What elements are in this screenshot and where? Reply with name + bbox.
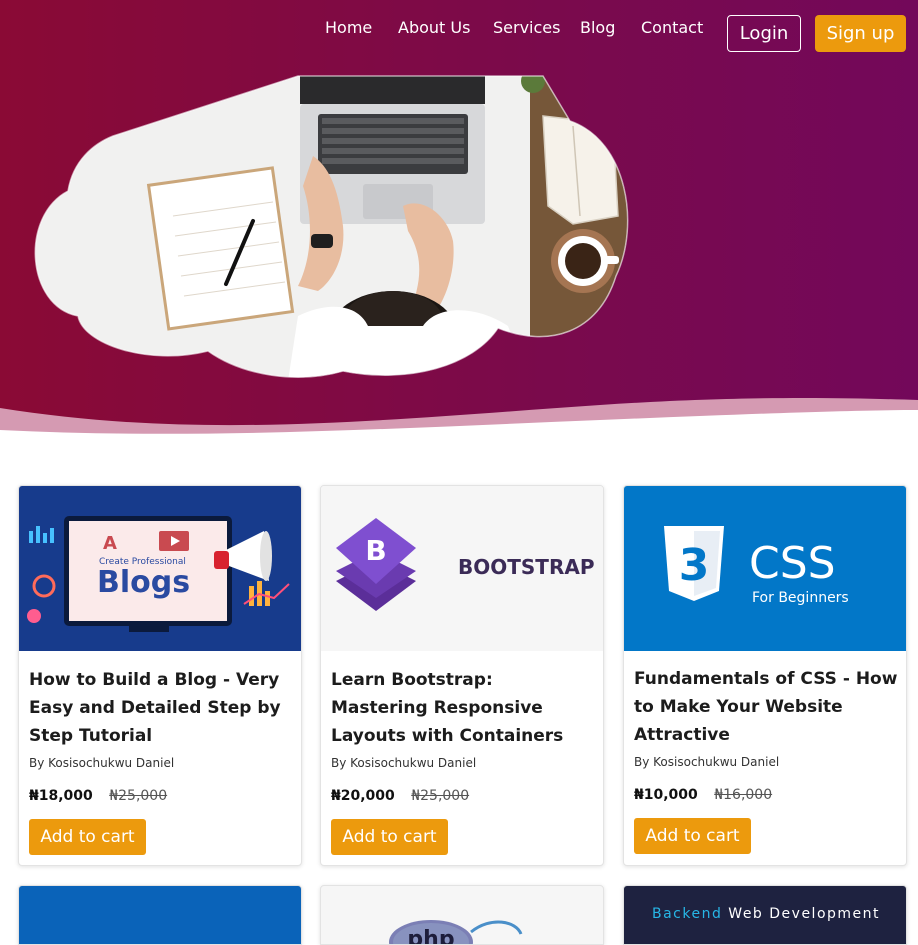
blog-image-title: Blogs	[97, 565, 190, 600]
svg-text:3: 3	[679, 540, 710, 591]
signup-button[interactable]: Sign up	[815, 15, 906, 52]
nav-blog-link[interactable]: Blog	[580, 18, 615, 37]
svg-text:B: B	[365, 534, 386, 567]
product-card-bootstrap[interactable]: B BOOTSTRAP Learn Bootstrap: Mastering R…	[320, 485, 604, 866]
product-card-partial-php[interactable]: php	[320, 885, 604, 945]
blog-image-letter: A	[103, 533, 117, 554]
add-to-cart-button[interactable]: Add to cart	[634, 818, 751, 854]
nav-about-link[interactable]: About Us	[398, 18, 470, 37]
product-card-partial-backend[interactable]: Backend Web Development	[623, 885, 907, 945]
css-course-image: 3 CSS For Beginners	[624, 486, 906, 651]
nav-services-link[interactable]: Services	[493, 18, 560, 37]
css3-shield-icon: 3	[664, 526, 724, 601]
price-row: ₦18,000 ₦25,000	[29, 788, 167, 804]
current-price: ₦18,000	[29, 788, 93, 804]
product-title[interactable]: How to Build a Blog - Very Easy and Deta…	[29, 666, 293, 750]
add-to-cart-button[interactable]: Add to cart	[331, 819, 448, 855]
add-to-cart-button[interactable]: Add to cart	[29, 819, 146, 855]
old-price: ₦25,000	[411, 788, 470, 804]
blog-course-image: A Create Professional Blogs	[19, 486, 301, 651]
book-icon	[542, 115, 619, 225]
php-logo-icon: php	[389, 920, 523, 945]
svg-text:php: php	[407, 927, 454, 945]
old-price: ₦16,000	[714, 787, 773, 803]
product-card-partial-1[interactable]	[18, 885, 302, 945]
product-card-blog[interactable]: A Create Professional Blogs How to Build…	[18, 485, 302, 866]
hero-wave	[0, 397, 918, 435]
current-price: ₦10,000	[634, 787, 698, 803]
product-card-css[interactable]: 3 CSS For Beginners Fundamentals of CSS …	[623, 485, 907, 866]
product-title[interactable]: Fundamentals of CSS - How to Make Your W…	[634, 665, 898, 749]
backend-image-title: Backend Web Development	[651, 906, 881, 922]
hero-cloud-photo	[34, 75, 629, 378]
planner-icon	[146, 166, 295, 331]
old-price: ₦25,000	[109, 788, 168, 804]
bootstrap-wordmark: BOOTSTRAP	[458, 555, 594, 579]
hero-section: Home About Us Services Blog Contact Logi…	[0, 0, 918, 435]
product-author: By Kosisochukwu Daniel	[29, 756, 175, 770]
price-row: ₦10,000 ₦16,000	[634, 787, 772, 803]
product-author: By Kosisochukwu Daniel	[331, 756, 477, 770]
css-image-title: CSS	[749, 538, 836, 589]
css-image-subtitle: For Beginners	[752, 590, 849, 606]
bootstrap-course-image: B BOOTSTRAP	[321, 486, 603, 651]
price-row: ₦20,000 ₦25,000	[331, 788, 469, 804]
nav-contact-link[interactable]: Contact	[641, 18, 703, 37]
product-title[interactable]: Learn Bootstrap: Mastering Responsive La…	[331, 666, 595, 750]
nav-home-link[interactable]: Home	[325, 18, 372, 37]
current-price: ₦20,000	[331, 788, 395, 804]
product-author: By Kosisochukwu Daniel	[634, 755, 780, 769]
login-button[interactable]: Login	[727, 15, 801, 52]
